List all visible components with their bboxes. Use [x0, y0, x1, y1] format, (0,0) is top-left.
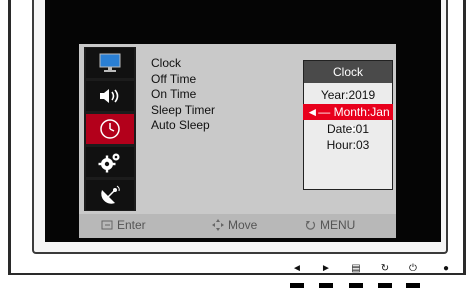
clock-hour-row[interactable]: Hour:03: [303, 137, 393, 153]
power-button[interactable]: ⏻: [406, 262, 420, 276]
enter-hint-label: Enter: [117, 218, 146, 232]
monitor-casing-bottom: [8, 273, 466, 275]
tab-channel[interactable]: [86, 180, 134, 210]
menu-item-on-time[interactable]: On Time: [151, 87, 215, 103]
speaker-icon: [100, 89, 119, 103]
tab-audio[interactable]: [86, 81, 134, 111]
button-tab: [406, 283, 420, 288]
clock-submenu-title: Clock: [304, 61, 392, 83]
tab-clock[interactable]: [86, 114, 134, 144]
menu-item-auto-sleep[interactable]: Auto Sleep: [151, 118, 215, 134]
monitor-casing-right: [463, 0, 466, 275]
source-button[interactable]: ▤: [349, 262, 363, 276]
tab-picture[interactable]: [86, 48, 134, 78]
auto-adjust-button[interactable]: ↻: [378, 262, 392, 276]
menu-item-off-time[interactable]: Off Time: [151, 72, 215, 88]
clock-year-row[interactable]: Year:2019: [303, 87, 393, 103]
monitor-icon: [99, 53, 121, 72]
clock-icon: [100, 119, 120, 139]
button-tab: [349, 283, 363, 288]
power-led-icon: ●: [442, 263, 450, 274]
menu-item-clock[interactable]: Clock: [151, 56, 215, 72]
enter-hint: Enter: [101, 218, 146, 232]
osd-menu-list: Clock Off Time On Time Sleep Timer Auto …: [151, 56, 215, 134]
left-button[interactable]: ◄: [290, 262, 304, 276]
menu-item-sleep-timer[interactable]: Sleep Timer: [151, 103, 215, 119]
move-hint: Move: [212, 218, 257, 232]
tab-setup[interactable]: [86, 147, 134, 177]
button-tab: [378, 283, 392, 288]
monitor-casing-left: [8, 0, 11, 275]
button-tab: [319, 283, 333, 288]
enter-icon: [101, 220, 113, 229]
gear-icon: [98, 153, 120, 173]
menu-hint: MENU: [305, 218, 355, 232]
clock-date-row[interactable]: Date:01: [303, 121, 393, 137]
move-hint-label: Move: [228, 218, 258, 232]
right-button[interactable]: ►: [319, 262, 333, 276]
move-arrows-icon: [212, 219, 224, 231]
menu-hint-label: MENU: [320, 218, 356, 232]
satellite-dish-icon: [101, 185, 120, 204]
button-tab: [290, 283, 304, 288]
return-icon: [305, 220, 316, 230]
clock-month-row[interactable]: ◄— Month:Jan —►: [303, 104, 393, 135]
osd-hint-bar: Enter Move MENU: [79, 214, 396, 238]
